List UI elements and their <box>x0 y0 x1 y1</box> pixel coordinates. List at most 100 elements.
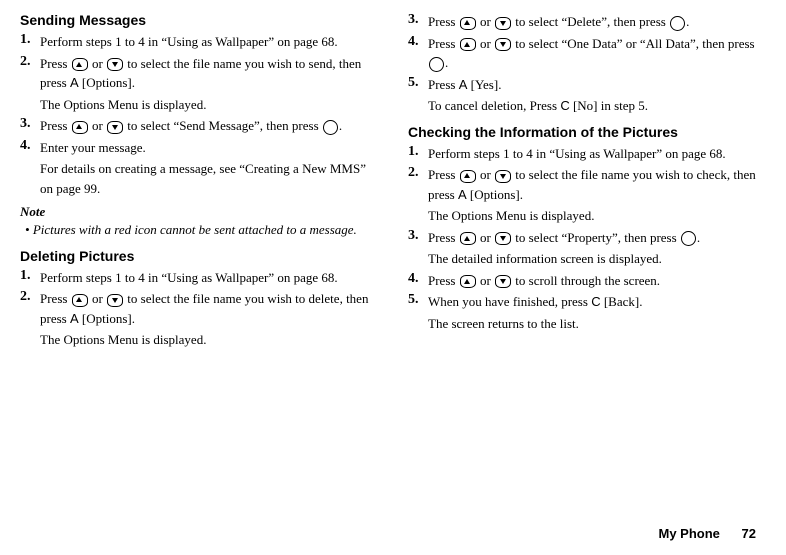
step-text: Press or to select “Delete”, then press … <box>428 12 766 32</box>
heading-checking-info: Checking the Information of the Pictures <box>408 124 766 140</box>
text: Press <box>428 273 459 288</box>
step-3: 3. Press or to select “Delete”, then pre… <box>408 12 766 32</box>
text: to select “Property”, then press <box>512 230 680 245</box>
text: Press <box>428 36 459 51</box>
step-3: 3. Press or to select “Property”, then p… <box>408 228 766 248</box>
step-text: Perform steps 1 to 4 in “Using as Wallpa… <box>428 144 766 164</box>
text: to select “One Data” or “All Data”, then… <box>512 36 755 51</box>
step-number: 2. <box>20 54 40 70</box>
text: Press <box>428 167 459 182</box>
up-key-icon <box>460 38 476 51</box>
down-key-icon <box>495 170 511 183</box>
step-text: Perform steps 1 to 4 in “Using as Wallpa… <box>40 268 378 288</box>
up-key-icon <box>460 275 476 288</box>
step-number: 1. <box>408 144 428 160</box>
note-text: Pictures with a red icon cannot be sent … <box>33 222 357 237</box>
step-number: 4. <box>408 271 428 287</box>
text: Press <box>40 56 71 71</box>
text: [Yes]. <box>467 77 501 92</box>
step-3: 3. Press or to select “Send Message”, th… <box>20 116 378 136</box>
text: or <box>477 36 494 51</box>
step-text: When you have finished, press C [Back]. <box>428 292 766 312</box>
step-1: 1. Perform steps 1 to 4 in “Using as Wal… <box>20 32 378 52</box>
text: . <box>339 118 342 133</box>
text: [Back]. <box>601 294 643 309</box>
heading-deleting-pictures: Deleting Pictures <box>20 248 378 264</box>
text: or <box>477 230 494 245</box>
step-text: Press or to select “One Data” or “All Da… <box>428 34 766 73</box>
step-text: Press or to select “Send Message”, then … <box>40 116 378 136</box>
up-key-icon <box>460 17 476 30</box>
step-number: 4. <box>20 138 40 154</box>
step-number: 3. <box>408 228 428 244</box>
step-4: 4. Press or to scroll through the screen… <box>408 271 766 291</box>
softkey-a: A <box>70 309 79 329</box>
right-column: 3. Press or to select “Delete”, then pre… <box>408 10 766 352</box>
step-text: Press or to select the file name you wis… <box>40 289 378 328</box>
text: to scroll through the screen. <box>512 273 660 288</box>
step-2: 2. Press or to select the file name you … <box>408 165 766 204</box>
text: or <box>89 56 106 71</box>
down-key-icon <box>107 121 123 134</box>
step-number: 3. <box>408 12 428 28</box>
down-key-icon <box>107 294 123 307</box>
text: . <box>445 55 448 70</box>
step-5: 5. Press A [Yes]. <box>408 75 766 95</box>
checking-steps-cont2: 4. Press or to scroll through the screen… <box>408 271 766 312</box>
text: . <box>686 14 689 29</box>
step-5: 5. When you have finished, press C [Back… <box>408 292 766 312</box>
text: Press <box>40 291 71 306</box>
deleting-steps-cont: 3. Press or to select “Delete”, then pre… <box>408 12 766 94</box>
center-key-icon <box>681 231 696 246</box>
sending-steps: 1. Perform steps 1 to 4 in “Using as Wal… <box>20 32 378 93</box>
step-sub: The detailed information screen is displ… <box>428 249 766 269</box>
step-sub: The Options Menu is displayed. <box>40 330 378 350</box>
step-number: 3. <box>20 116 40 132</box>
step-text: Press or to select the file name you wis… <box>40 54 378 93</box>
step-number: 2. <box>408 165 428 181</box>
left-column: Sending Messages 1. Perform steps 1 to 4… <box>20 10 378 352</box>
center-key-icon <box>429 57 444 72</box>
down-key-icon <box>495 17 511 30</box>
center-key-icon <box>323 120 338 135</box>
text: or <box>89 291 106 306</box>
up-key-icon <box>72 294 88 307</box>
footer-page-number: 72 <box>742 526 756 541</box>
down-key-icon <box>495 232 511 245</box>
note-body: • Pictures with a red icon cannot be sen… <box>32 220 378 240</box>
center-key-icon <box>670 16 685 31</box>
heading-sending-messages: Sending Messages <box>20 12 378 28</box>
checking-steps-cont: 3. Press or to select “Property”, then p… <box>408 228 766 248</box>
text: or <box>89 118 106 133</box>
text: . <box>697 230 700 245</box>
step-number: 1. <box>20 32 40 48</box>
step-4: 4. Enter your message. <box>20 138 378 158</box>
text: [Options]. <box>79 75 135 90</box>
text: Press <box>428 14 459 29</box>
note-heading: Note <box>20 204 378 220</box>
text: [No] in step 5. <box>570 98 648 113</box>
step-number: 2. <box>20 289 40 305</box>
text: Press <box>428 77 459 92</box>
text: to select “Send Message”, then press <box>124 118 322 133</box>
text: Press <box>428 230 459 245</box>
step-number: 4. <box>408 34 428 50</box>
step-text: Enter your message. <box>40 138 378 158</box>
down-key-icon <box>495 275 511 288</box>
text: When you have finished, press <box>428 294 591 309</box>
page-footer: My Phone 72 <box>659 526 757 541</box>
page-content: Sending Messages 1. Perform steps 1 to 4… <box>0 0 786 352</box>
step-text: Press or to scroll through the screen. <box>428 271 766 291</box>
step-sub: The Options Menu is displayed. <box>40 95 378 115</box>
softkey-a: A <box>458 185 467 205</box>
bullet: • <box>25 222 30 237</box>
footer-section: My Phone <box>659 526 720 541</box>
text: [Options]. <box>79 311 135 326</box>
step-number: 5. <box>408 292 428 308</box>
sending-steps-cont: 3. Press or to select “Send Message”, th… <box>20 116 378 157</box>
text: to select “Delete”, then press <box>512 14 669 29</box>
text: Press <box>40 118 71 133</box>
step-1: 1. Perform steps 1 to 4 in “Using as Wal… <box>408 144 766 164</box>
up-key-icon <box>460 170 476 183</box>
text: [Options]. <box>467 187 523 202</box>
